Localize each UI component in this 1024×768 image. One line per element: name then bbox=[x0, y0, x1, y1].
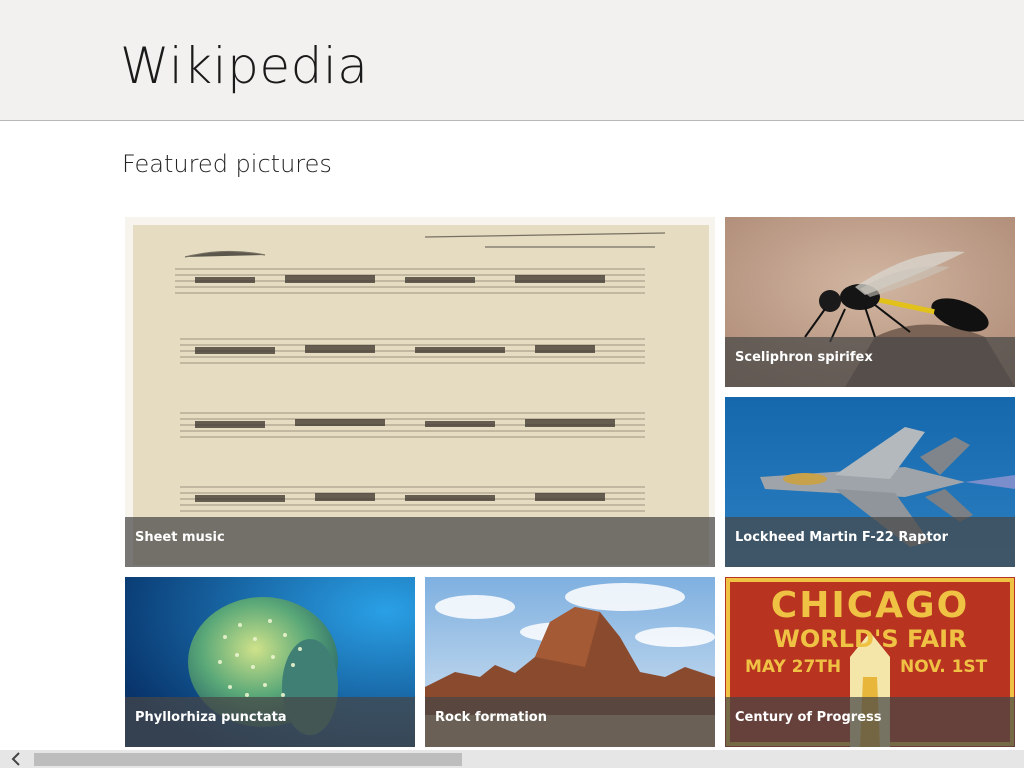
sheet-music-image bbox=[125, 217, 715, 567]
tile-phyllorhiza-punctata[interactable]: Phyllorhiza punctata bbox=[125, 577, 415, 747]
tile-sceliphron-spirifex[interactable]: Sceliphron spirifex bbox=[725, 217, 1015, 387]
app-title: Wikipedia bbox=[120, 37, 369, 95]
tile-caption-label: Phyllorhiza punctata bbox=[135, 710, 287, 725]
chevron-left-glyph bbox=[11, 752, 20, 766]
tile-caption: Lockheed Martin F-22 Raptor bbox=[725, 517, 1015, 567]
poster-line2: WORLD'S FAIR bbox=[773, 625, 966, 653]
chevron-left-icon[interactable] bbox=[0, 750, 32, 768]
poster-date-right: NOV. 1ST bbox=[900, 657, 988, 677]
tile-caption: Sheet music bbox=[125, 517, 715, 567]
tile-century-of-progress[interactable]: CHICAGO WORLD'S FAIR MAY 27TH NOV. 1ST C… bbox=[725, 577, 1015, 747]
tile-caption: Century of Progress bbox=[725, 697, 1015, 747]
tile-caption: Sceliphron spirifex bbox=[725, 337, 1015, 387]
tile-caption-label: Rock formation bbox=[435, 710, 547, 725]
horizontal-scrollbar[interactable] bbox=[0, 750, 1024, 768]
tile-caption-label: Sheet music bbox=[135, 530, 225, 545]
tile-sheet-music[interactable]: Sheet music bbox=[125, 217, 715, 567]
tile-caption-label: Century of Progress bbox=[735, 710, 882, 725]
tile-f22-raptor[interactable]: Lockheed Martin F-22 Raptor bbox=[725, 397, 1015, 567]
tile-caption: Phyllorhiza punctata bbox=[125, 697, 415, 747]
tile-caption-label: Lockheed Martin F-22 Raptor bbox=[735, 530, 948, 545]
app-header: Wikipedia bbox=[0, 0, 1024, 121]
scrollbar-thumb[interactable] bbox=[34, 753, 462, 766]
tile-rock-formation[interactable]: Rock formation bbox=[425, 577, 715, 747]
tile-caption-label: Sceliphron spirifex bbox=[735, 350, 873, 365]
tile-caption: Rock formation bbox=[425, 697, 715, 747]
section-title[interactable]: Featured pictures bbox=[122, 150, 332, 178]
poster-date-left: MAY 27TH bbox=[745, 657, 841, 677]
poster-line1: CHICAGO bbox=[771, 585, 969, 626]
